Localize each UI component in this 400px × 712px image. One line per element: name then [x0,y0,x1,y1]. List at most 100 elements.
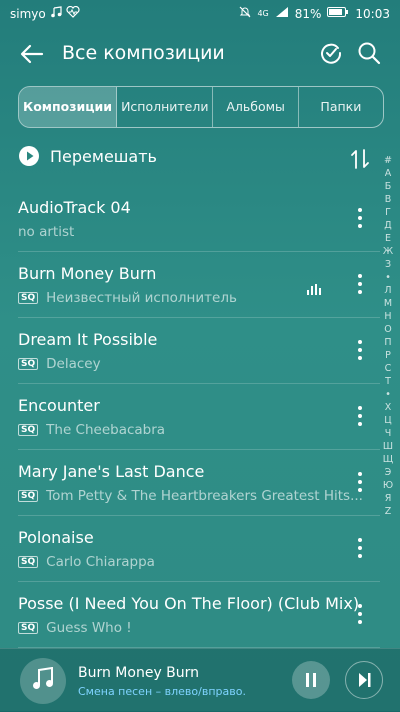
song-row[interactable]: Burn Money Burn SQ Неизвестный исполнитель [18,252,380,318]
alphabet-letter[interactable]: Z [380,505,396,518]
clock: 10:03 [355,6,390,21]
mute-bell-icon [239,6,251,21]
song-subtitle: SQ Guess Who ! [18,620,132,636]
alphabet-letter[interactable]: # [380,154,396,167]
alphabet-letter[interactable]: Б [380,180,396,193]
alphabet-letter[interactable]: В [380,193,396,206]
sq-badge: SQ [18,358,39,370]
alphabet-letter[interactable]: Щ [380,453,396,466]
more-options-icon[interactable] [356,206,364,230]
tab-compositions[interactable]: Композиции [19,87,118,127]
song-title: Mary Jane's Last Dance [18,462,205,481]
song-artist: Неизвестный исполнитель [46,290,237,306]
more-options-icon[interactable] [356,536,364,560]
more-options-icon[interactable] [356,602,364,626]
sq-badge: SQ [18,622,39,634]
song-title: Burn Money Burn [18,264,157,283]
song-subtitle: no artist [18,224,74,240]
tab-folders[interactable]: Папки [299,87,383,127]
alphabet-letter[interactable]: Х [380,401,396,414]
alphabet-letter[interactable]: Ч [380,427,396,440]
search-icon[interactable] [356,40,382,66]
more-options-icon[interactable] [356,404,364,428]
song-row[interactable]: Mary Jane's Last Dance SQ Tom Petty & The … [18,450,380,516]
alphabet-letter[interactable]: Е [380,232,396,245]
sq-badge: SQ [18,556,39,568]
now-playing-equalizer-icon [306,280,324,295]
song-title: AudioTrack 04 [18,198,131,217]
song-title: Encounter [18,396,100,415]
alphabet-letter[interactable]: Ц [380,414,396,427]
more-options-icon[interactable] [356,272,364,296]
music-note-icon [32,666,54,695]
alphabet-letter[interactable]: • [380,271,396,284]
pause-icon [306,673,316,687]
song-title: Polonaise [18,528,94,547]
song-subtitle: SQ Tom Petty & The Heartbreakers Greatest… [18,488,363,504]
now-playing-title: Burn Money Burn [78,665,200,681]
song-subtitle: SQ Carlo Chiarappa [18,554,155,570]
alphabet-letter[interactable]: Р [380,349,396,362]
song-artist: The Cheebacabra [46,422,166,438]
refresh-icon[interactable] [318,40,344,66]
album-art[interactable] [20,658,66,704]
tab-albums[interactable]: Альбомы [213,87,299,127]
alphabet-letter[interactable]: Э [380,466,396,479]
alphabet-letter[interactable]: Ж [380,245,396,258]
alphabet-letter[interactable]: М [380,297,396,310]
alphabet-letter[interactable]: Г [380,206,396,219]
alphabet-letter[interactable]: Ю [380,479,396,492]
alphabet-letter[interactable]: Н [380,310,396,323]
sort-icon[interactable] [350,148,370,170]
alphabet-letter[interactable]: А [380,167,396,180]
swipe-hint: Смена песен – влево/вправо. [78,685,246,698]
song-row[interactable]: Encounter SQ The Cheebacabra [18,384,380,450]
alphabet-letter[interactable]: Ш [380,440,396,453]
alphabet-letter[interactable]: С [380,362,396,375]
song-artist: Delacey [46,356,101,372]
song-subtitle: SQ Неизвестный исполнитель [18,290,237,306]
alphabet-letter[interactable]: П [380,336,396,349]
app-bar: Все композиции [0,28,400,80]
alphabet-letter[interactable]: Л [380,284,396,297]
more-options-icon[interactable] [356,338,364,362]
song-title: Posse (I Need You On The Floor) (Club Mi… [18,594,360,613]
mini-player[interactable]: Burn Money Burn Смена песен – влево/впра… [0,648,400,712]
network-label: 4G [257,9,269,18]
page-title: Все композиции [62,42,225,64]
battery-percent: 81% [294,6,322,21]
sq-badge: SQ [18,490,39,502]
status-bar: simyo 4G 81% 10:03 [0,0,400,28]
alphabet-letter[interactable]: Д [380,219,396,232]
more-options-icon[interactable] [356,470,364,494]
shuffle-label: Перемешать [50,146,157,166]
song-row[interactable]: Polonaise SQ Carlo Chiarappa [18,516,380,582]
next-button[interactable] [345,661,383,699]
song-row[interactable]: Posse (I Need You On The Floor) (Club Mi… [18,582,380,648]
alphabet-letter[interactable]: • [380,388,396,401]
carrier-label: simyo [10,6,46,21]
tab-artists[interactable]: Исполнители [117,87,214,127]
song-artist: no artist [18,224,75,240]
song-row[interactable]: Dream It Possible SQ Delacey [18,318,380,384]
alphabet-letter[interactable]: Я [380,492,396,505]
song-artist: Carlo Chiarappa [46,554,155,570]
pause-button[interactable] [292,661,330,699]
alphabet-letter[interactable]: Т [380,375,396,388]
alphabet-letter[interactable]: З [380,258,396,271]
tab-bar: Композиции Исполнители Альбомы Папки [18,86,384,128]
alphabet-letter[interactable]: О [380,323,396,336]
song-artist: Guess Who ! [46,620,132,636]
alphabet-index[interactable]: # А Б В Г Д Е Ж З • Л М Н О П Р С Т • Х Ц Ч Ш Щ Э Ю Я Z [380,154,396,518]
status-left: simyo [10,5,80,21]
status-right: 4G 81% 10:03 [239,6,390,21]
signal-icon [275,6,289,21]
song-subtitle: SQ Delacey [18,356,101,372]
song-title: Dream It Possible [18,330,158,349]
shuffle-button[interactable]: Перемешать [18,142,328,170]
back-arrow-icon[interactable] [18,40,46,68]
song-list: AudioTrack 04 no artist Burn Money Burn SQ Н… [0,186,380,648]
music-note-icon [50,6,62,21]
song-row[interactable]: AudioTrack 04 no artist [18,186,380,252]
song-subtitle: SQ The Cheebacabra [18,422,165,438]
